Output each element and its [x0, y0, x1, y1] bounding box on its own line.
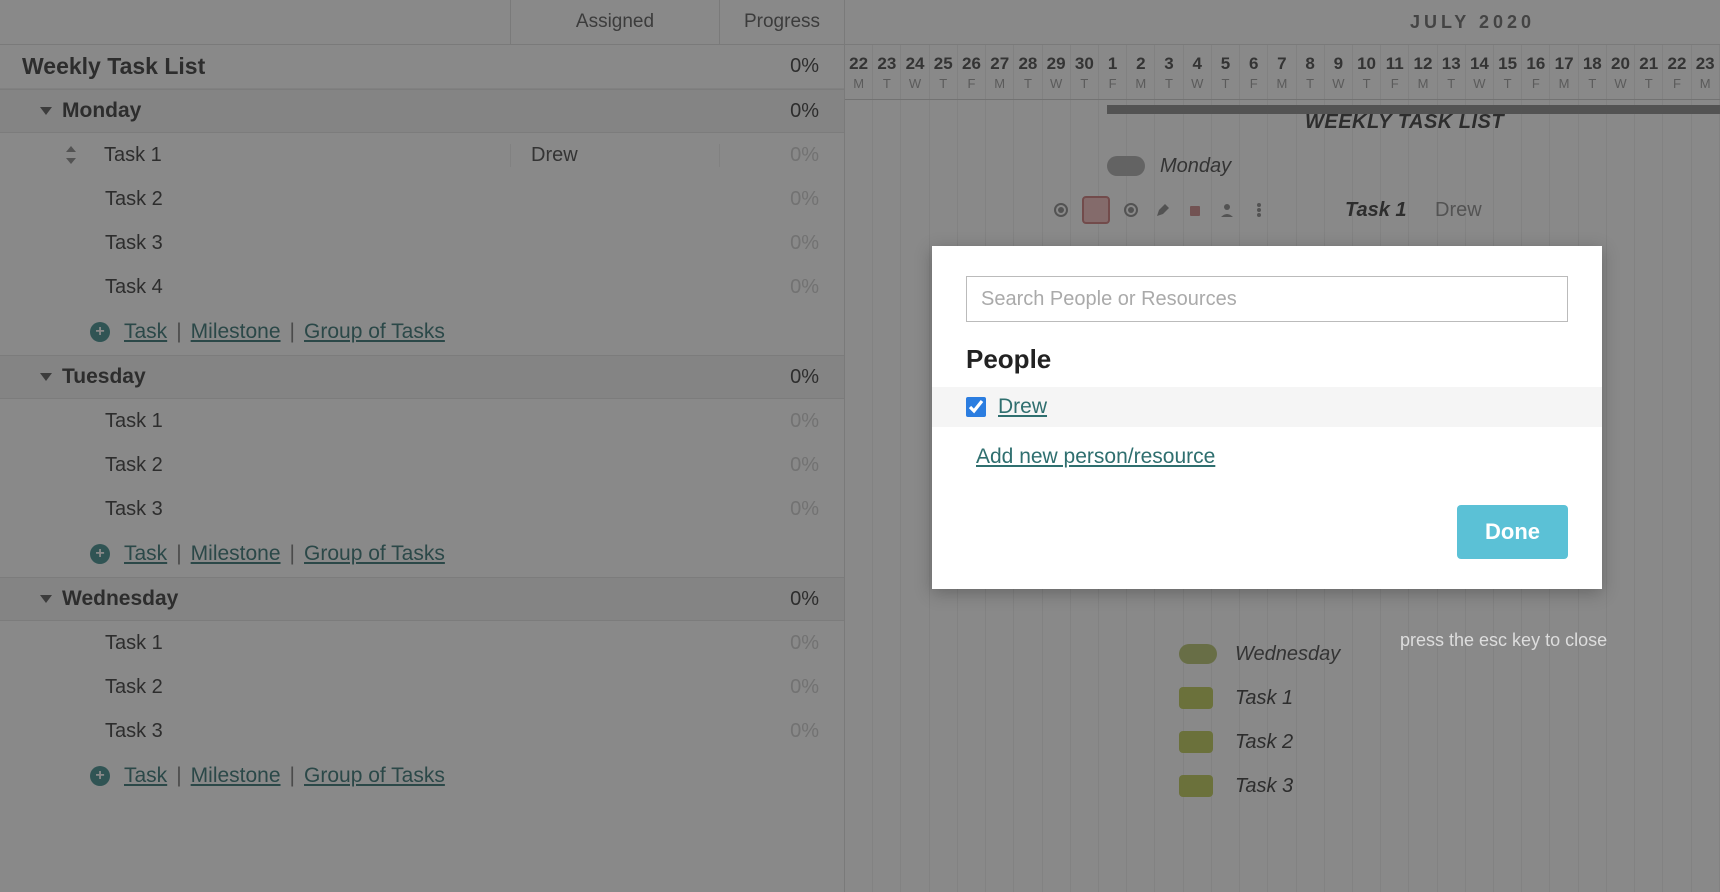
- person-checkbox[interactable]: [966, 397, 986, 417]
- add-person-link[interactable]: Add new person/resource: [976, 445, 1568, 469]
- assign-people-modal: People Drew Add new person/resource Done: [932, 246, 1602, 589]
- person-link[interactable]: Drew: [998, 395, 1047, 419]
- esc-hint: press the esc key to close: [1400, 630, 1607, 651]
- person-row[interactable]: Drew: [932, 387, 1602, 427]
- people-heading: People: [966, 344, 1568, 375]
- done-button[interactable]: Done: [1457, 505, 1568, 559]
- search-people-input[interactable]: [966, 276, 1568, 322]
